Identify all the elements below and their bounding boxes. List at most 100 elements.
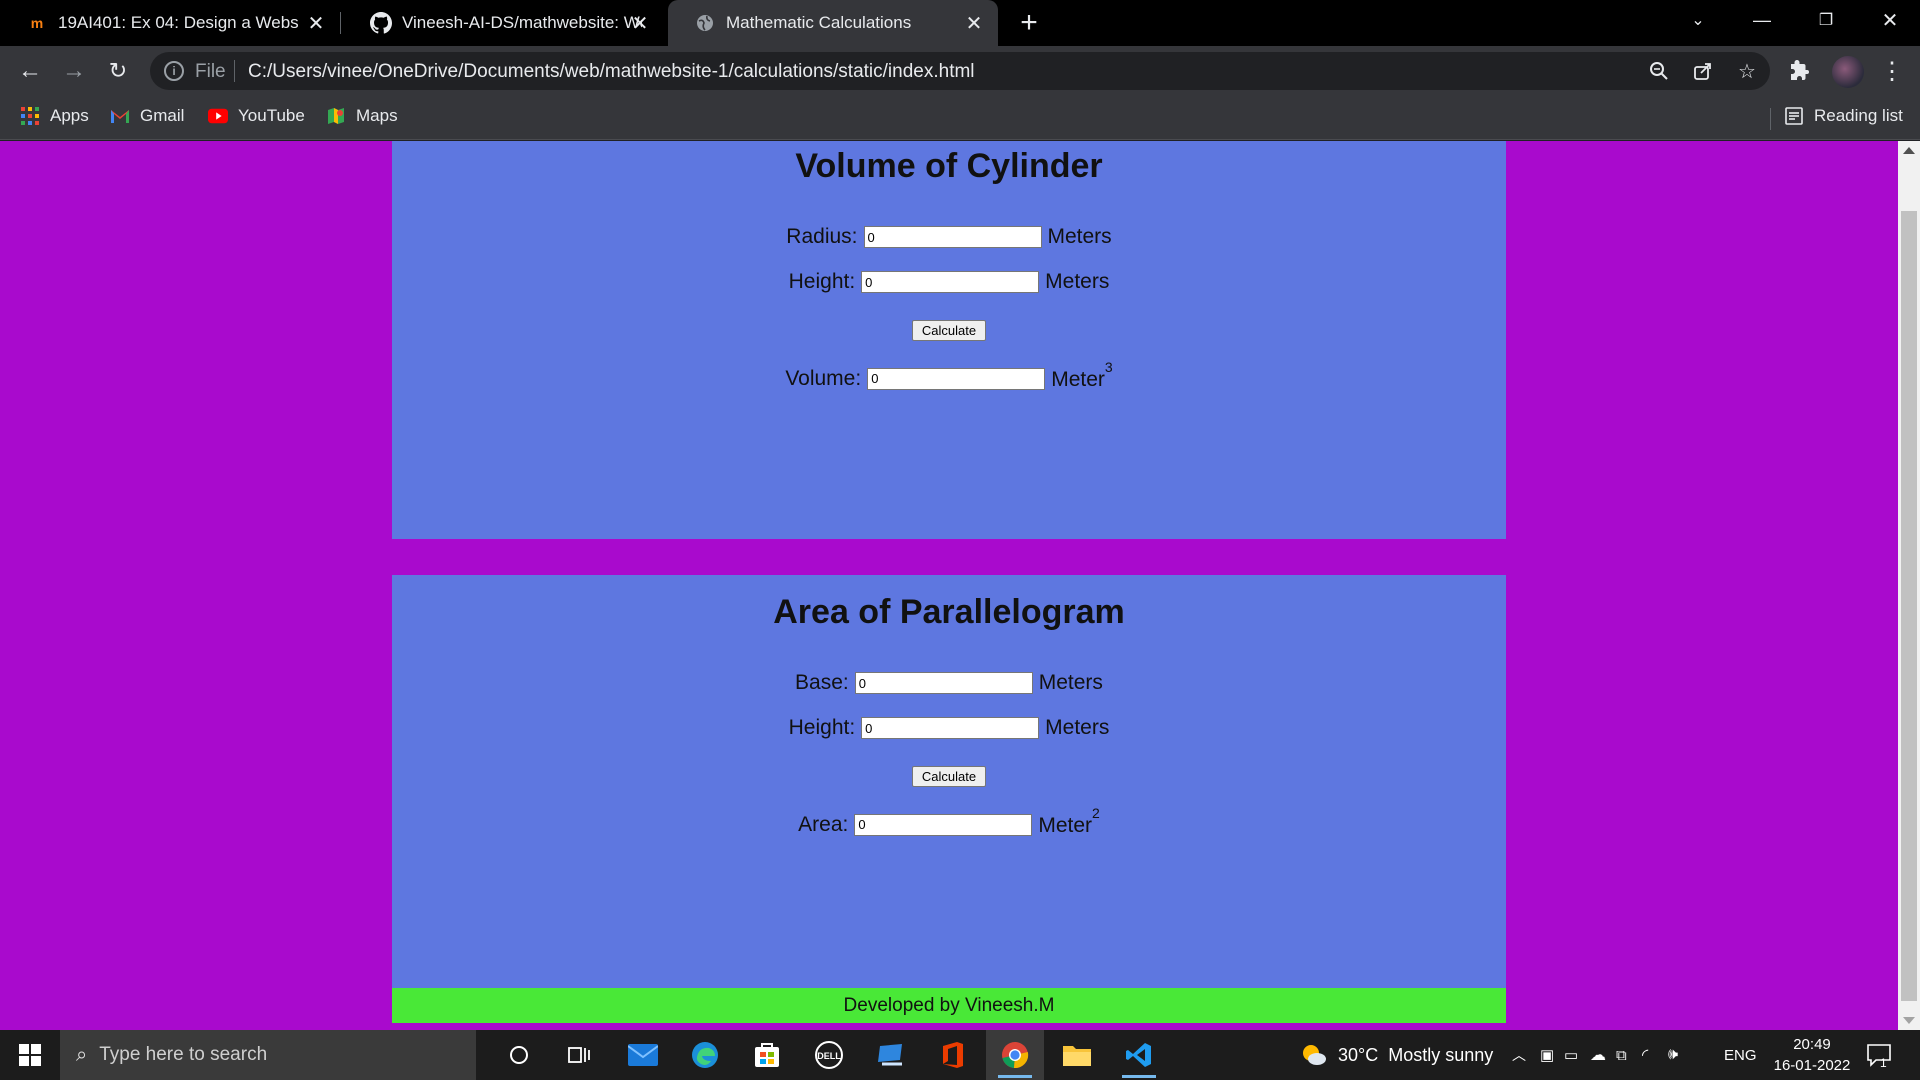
window-close-icon[interactable]: ✕: [1860, 0, 1920, 40]
tab-github[interactable]: Vineesh-AI-DS/mathwebsite: Wel ✕: [344, 0, 664, 46]
bookmark-maps[interactable]: Maps: [326, 106, 398, 126]
vscode-icon[interactable]: [1110, 1030, 1168, 1080]
cylinder-calculate-button[interactable]: Calculate: [912, 320, 986, 341]
notification-count: 1: [1880, 1056, 1887, 1070]
onedrive-icon[interactable]: ☁: [1590, 1045, 1616, 1065]
task-view-icon[interactable]: [550, 1030, 608, 1080]
volume-row: Volume: Meter3: [392, 359, 1506, 392]
url-text[interactable]: C:/Users/vinee/OneDrive/Documents/web/ma…: [248, 61, 975, 83]
info-icon[interactable]: i: [164, 61, 184, 81]
cylinder-height-input[interactable]: [861, 271, 1040, 293]
bookmark-gmail[interactable]: Gmail: [110, 106, 184, 126]
weather-condition: Mostly sunny: [1388, 1044, 1494, 1065]
tab-moodle[interactable]: m 19AI401: Ex 04: Design a Website ✕: [0, 0, 340, 46]
clock[interactable]: 20:49 16-01-2022: [1762, 1034, 1862, 1076]
scrollbar-thumb[interactable]: [1901, 211, 1917, 1001]
chrome-icon[interactable]: [986, 1030, 1044, 1080]
volume-unit-text: Meter: [1051, 368, 1105, 391]
wifi-icon[interactable]: ◜: [1642, 1045, 1668, 1065]
area-unit: Meter2: [1038, 805, 1099, 838]
extensions-icon[interactable]: [1784, 55, 1816, 87]
office-icon[interactable]: [924, 1030, 982, 1080]
notification-center-button[interactable]: 1: [1866, 1030, 1892, 1080]
profile-avatar[interactable]: [1832, 56, 1864, 88]
tab-mathematic-calculations[interactable]: Mathematic Calculations ✕: [668, 0, 998, 46]
system-tray-icons: ▣ ▭ ☁ ⧉ ◜ 🕪: [1540, 1030, 1694, 1080]
bookmark-youtube[interactable]: YouTube: [208, 106, 305, 126]
notification-icon: [1867, 1044, 1891, 1067]
language-indicator[interactable]: ENG: [1724, 1030, 1757, 1080]
scroll-down-arrow-icon[interactable]: [1903, 1017, 1915, 1024]
meet-now-icon[interactable]: ▣: [1540, 1046, 1564, 1064]
bookmark-label: YouTube: [238, 106, 305, 125]
back-arrow-icon[interactable]: ←: [14, 55, 46, 87]
base-input[interactable]: [854, 672, 1033, 694]
address-bar[interactable]: i File C:/Users/vinee/OneDrive/Documents…: [150, 52, 1770, 90]
maps-icon: [326, 106, 346, 126]
start-button[interactable]: [0, 1030, 60, 1080]
display-icon[interactable]: ⧉: [1616, 1047, 1642, 1064]
tab-title: Mathematic Calculations: [726, 13, 912, 32]
volume-icon[interactable]: 🕪: [1668, 1046, 1694, 1064]
cortana-icon[interactable]: [490, 1030, 548, 1080]
parallelogram-title: Area of Parallelogram: [773, 593, 1125, 631]
radius-unit: Meters: [1047, 225, 1112, 248]
remote-desktop-icon[interactable]: [862, 1030, 920, 1080]
cylinder-height-unit: Meters: [1045, 270, 1110, 293]
volume-output[interactable]: [867, 367, 1046, 390]
tab-search-icon[interactable]: ⌄: [1668, 0, 1728, 40]
menu-kebab-icon[interactable]: ⋮: [1876, 55, 1908, 87]
area-unit-text: Meter: [1038, 814, 1093, 837]
parallelogram-height-input[interactable]: [861, 717, 1040, 739]
file-explorer-icon[interactable]: [1048, 1030, 1106, 1080]
close-icon[interactable]: ✕: [962, 11, 986, 35]
base-row: Base: Meters: [392, 671, 1506, 695]
area-output[interactable]: [854, 813, 1033, 836]
page-viewport: Volume of Cylinder Radius: Meters Height…: [0, 141, 1920, 1030]
moodle-icon: m: [30, 15, 44, 31]
share-icon[interactable]: [1690, 58, 1716, 84]
radius-label: Radius:: [786, 225, 858, 248]
bookmark-label: Apps: [50, 106, 89, 125]
parallelogram-height-row: Height: Meters: [392, 716, 1506, 740]
vertical-scrollbar[interactable]: [1898, 141, 1920, 1030]
store-icon[interactable]: [738, 1030, 796, 1080]
svg-text:DELL: DELL: [817, 1051, 841, 1061]
browser-toolbar: ← → ↻ i File C:/Users/vinee/OneDrive/Doc…: [0, 46, 1920, 96]
restore-icon[interactable]: ❐: [1796, 0, 1856, 40]
zoom-icon[interactable]: [1646, 58, 1672, 84]
bookmark-label: Gmail: [140, 106, 185, 125]
show-hidden-icons-chevron-icon[interactable]: ︿: [1512, 1030, 1526, 1080]
minimize-icon[interactable]: —: [1732, 0, 1792, 40]
weather-widget[interactable]: 30°C Mostly sunny: [1300, 1030, 1493, 1080]
windows-logo-icon: [19, 1044, 41, 1066]
youtube-icon: [208, 106, 228, 126]
parallelogram-calculate-button[interactable]: Calculate: [912, 766, 986, 787]
dell-icon[interactable]: DELL: [800, 1030, 858, 1080]
battery-icon[interactable]: ▭: [1564, 1046, 1590, 1064]
globe-icon: [694, 12, 716, 34]
edge-icon[interactable]: [676, 1030, 734, 1080]
taskbar-search-box[interactable]: ⌕ Type here to search: [60, 1030, 476, 1080]
gmail-icon: [110, 106, 130, 126]
new-tab-button[interactable]: +: [1014, 6, 1044, 39]
forward-arrow-icon[interactable]: →: [58, 55, 90, 87]
partly-sunny-icon: [1303, 1045, 1326, 1065]
volume-unit: Meter3: [1051, 359, 1112, 392]
close-icon[interactable]: ✕: [628, 11, 652, 35]
cylinder-title: Volume of Cylinder: [795, 147, 1103, 185]
clock-date: 16-01-2022: [1773, 1057, 1851, 1074]
search-placeholder: Type here to search: [99, 1044, 268, 1065]
mail-icon[interactable]: [614, 1030, 672, 1080]
close-icon[interactable]: ✕: [304, 11, 328, 35]
reading-list-button[interactable]: Reading list: [1784, 106, 1903, 126]
reload-icon[interactable]: ↻: [102, 55, 134, 87]
radius-row: Radius: Meters: [392, 225, 1506, 249]
radius-input[interactable]: [863, 226, 1042, 248]
area-row: Area: Meter2: [392, 805, 1506, 838]
page-footer: Developed by Vineesh.M: [392, 988, 1506, 1023]
tab-title: 19AI401: Ex 04: Design a Website: [58, 13, 298, 32]
bookmark-star-icon[interactable]: ☆: [1734, 58, 1760, 84]
bookmark-apps[interactable]: Apps: [20, 106, 89, 126]
scroll-up-arrow-icon[interactable]: [1903, 147, 1915, 154]
